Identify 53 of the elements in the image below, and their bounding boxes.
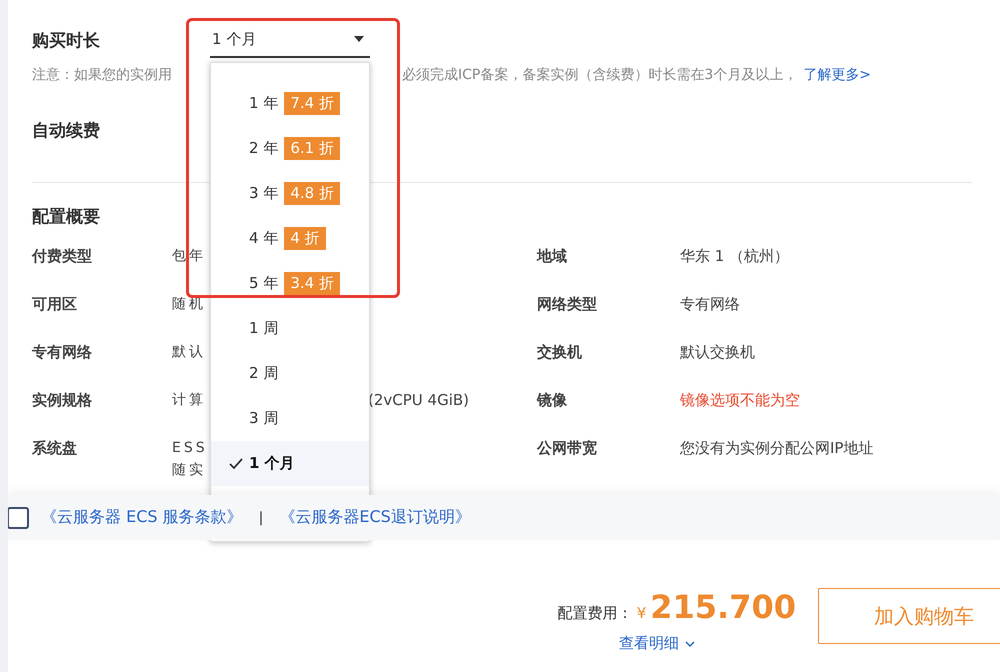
dropdown-option[interactable]: 2 周: [211, 351, 369, 396]
price-value: 215.700: [650, 588, 796, 626]
discount-badge: 6.1 折: [284, 137, 340, 160]
dropdown-option[interactable]: 3 年 4.8 折: [211, 171, 369, 216]
check-icon: [229, 456, 243, 470]
summary-label: 公网带宽: [537, 438, 598, 459]
summary-value: 您没有为实例分配公网IP地址: [680, 438, 874, 459]
summary-value: (2vCPU 4GiB): [368, 390, 470, 411]
summary-value: 包年: [172, 247, 206, 266]
discount-badge: 7.4 折: [284, 92, 340, 115]
discount-badge: 4 折: [284, 227, 326, 250]
dropdown-option[interactable]: 3 周: [211, 396, 369, 441]
chevron-down-icon: [684, 640, 695, 646]
summary-label: 地域: [537, 246, 568, 267]
checkbox[interactable]: [8, 506, 29, 528]
section-title: 配置概要: [32, 206, 101, 229]
summary-value: 默认交换机: [680, 342, 756, 363]
price-label: 配置费用：: [558, 604, 633, 623]
summary-label: 交换机: [537, 342, 583, 363]
caret-icon: [354, 36, 364, 42]
note-text: 必须完成ICP备案，备案实例（含续费）时长需在3个月及以上，: [402, 66, 798, 84]
duration-select[interactable]: 1 个月: [210, 22, 370, 58]
summary-label: 网络类型: [537, 294, 598, 315]
summary-value: ESS: [172, 439, 208, 458]
terms-link[interactable]: 《云服务器ECS退订说明》: [279, 507, 471, 528]
summary-label: 可用区: [32, 294, 78, 315]
summary-label: 系统盘: [32, 438, 78, 459]
summary-value: 默认: [172, 343, 206, 362]
discount-badge: 4.8 折: [284, 182, 340, 205]
summary-label: 实例规格: [32, 390, 93, 411]
summary-value: 计算: [172, 391, 206, 410]
summary-label: 付费类型: [32, 246, 93, 267]
dropdown-option[interactable]: 1 个月: [211, 441, 369, 486]
dropdown-option[interactable]: 1 年 7.4 折: [211, 81, 369, 126]
summary-value: 专有网络: [680, 294, 741, 315]
note-text: 注意：如果您的实例用: [32, 66, 173, 84]
details-link[interactable]: 查看明细: [618, 634, 695, 653]
summary-value: 随实: [172, 461, 206, 480]
dropdown-option[interactable]: 5 年 3.4 折: [211, 261, 369, 306]
learn-more-link[interactable]: 了解更多>: [803, 66, 871, 84]
field-label: 购买时长: [32, 30, 101, 52]
field-label: 自动续费: [32, 120, 101, 142]
summary-label: 镜像: [537, 390, 568, 411]
dropdown-option[interactable]: 2 年 6.1 折: [211, 126, 369, 171]
separator: |: [258, 510, 264, 526]
discount-badge: 3.4 折: [284, 272, 340, 295]
dropdown-option[interactable]: 4 年 4 折: [211, 216, 369, 261]
error-text: 镜像选项不能为空: [680, 390, 801, 411]
summary-value: 华东 1 （杭州）: [680, 246, 790, 267]
terms-link[interactable]: 《云服务器 ECS 服务条款》: [41, 507, 243, 528]
summary-label: 专有网络: [32, 342, 93, 363]
dropdown-option[interactable]: 1 周: [211, 306, 369, 351]
currency-symbol: ¥: [636, 604, 646, 622]
